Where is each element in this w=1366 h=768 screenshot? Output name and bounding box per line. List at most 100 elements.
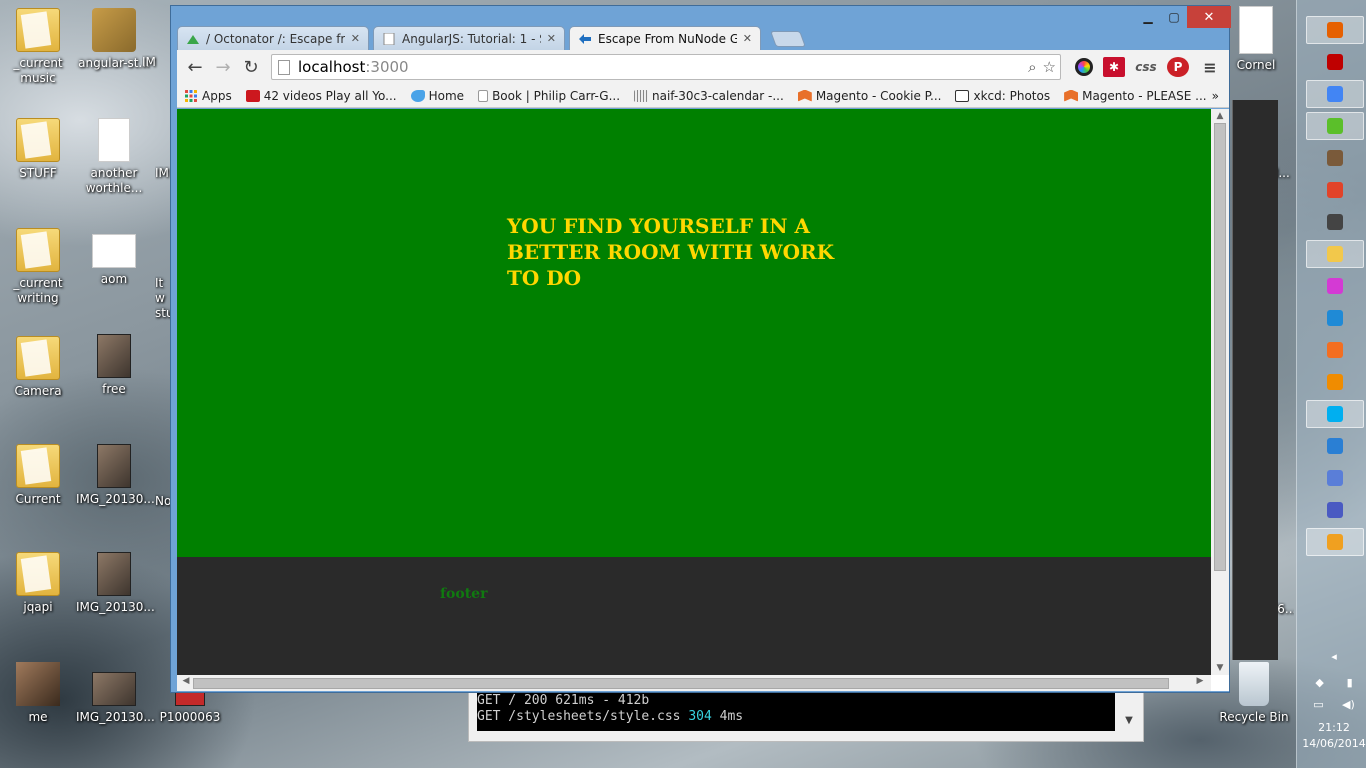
- horizontal-scrollbar[interactable]: ◀ ▶: [177, 675, 1211, 691]
- close-icon[interactable]: ✕: [743, 32, 752, 45]
- chevron-up-icon[interactable]: ◂: [1331, 650, 1337, 663]
- page-viewport: YOU FIND YOURSELF IN A BETTER ROOM WITH …: [177, 109, 1229, 691]
- desktop-icon[interactable]: No: [155, 494, 170, 509]
- pinterest-icon[interactable]: P: [1167, 57, 1189, 77]
- vertical-scrollbar[interactable]: ▲ ▼: [1211, 109, 1229, 675]
- taskbar-button[interactable]: [1306, 144, 1364, 172]
- desktop-icon[interactable]: another worthle...: [76, 118, 152, 196]
- desktop-icon[interactable]: _current writing: [0, 228, 76, 306]
- scroll-right-icon[interactable]: ▶: [1193, 676, 1207, 686]
- bookmark-book[interactable]: Book | Philip Carr-G...: [471, 89, 627, 103]
- address-bar[interactable]: localhost:3000 ⌕ ☆: [271, 54, 1061, 80]
- minimize-button[interactable]: ▁: [1135, 6, 1161, 28]
- desktop-icon-label: No: [155, 494, 170, 508]
- close-icon[interactable]: ✕: [547, 32, 556, 45]
- chrome-icon: [1327, 86, 1343, 102]
- terminal-window[interactable]: GET / 200 621ms - 412b GET /stylesheets/…: [468, 688, 1144, 742]
- desktop-icon[interactable]: STUFF: [0, 118, 76, 181]
- taskbar-button[interactable]: [1306, 304, 1364, 332]
- desktop-icon-label: _current music: [13, 56, 63, 85]
- scroll-up-icon[interactable]: ▲: [1211, 111, 1229, 121]
- maximize-button[interactable]: ▢: [1161, 6, 1187, 28]
- color-picker-icon[interactable]: [1073, 57, 1095, 77]
- taskbar-button[interactable]: [1306, 464, 1364, 492]
- taskbar-button[interactable]: [1306, 176, 1364, 204]
- desktop-icon-label: IMG_20130...: [76, 600, 155, 614]
- clock[interactable]: 21:12 14/06/2014: [1302, 720, 1366, 752]
- bookmarks-overflow-button[interactable]: »: [1212, 89, 1219, 103]
- new-tab-button[interactable]: [770, 31, 806, 47]
- desktop-icon-label: jqapi: [23, 600, 53, 614]
- taskbar-button[interactable]: [1306, 48, 1364, 76]
- desktop-icon[interactable]: Current: [0, 444, 76, 507]
- desktop-icon[interactable]: _current music: [0, 8, 76, 86]
- bookmark-calendar[interactable]: naif-30c3-calendar -...: [627, 89, 791, 103]
- app-icon: [1327, 470, 1343, 486]
- taskbar-button[interactable]: [1306, 240, 1364, 268]
- firefox-icon: [1327, 22, 1343, 38]
- taskbar-button[interactable]: [1306, 528, 1364, 556]
- desktop-icon[interactable]: angular-st...: [76, 8, 152, 71]
- taskbar-button[interactable]: [1306, 112, 1364, 140]
- desktop-icon[interactable]: IMG_20130...: [76, 672, 155, 725]
- css-extension-button[interactable]: css: [1135, 57, 1157, 77]
- scroll-left-icon[interactable]: ◀: [179, 676, 193, 686]
- desktop-icon[interactable]: free: [76, 334, 152, 397]
- background-window[interactable]: [1232, 100, 1278, 660]
- taskbar-button[interactable]: [1306, 432, 1364, 460]
- taskbar-button[interactable]: [1306, 368, 1364, 396]
- taskbar-button[interactable]: [1306, 16, 1364, 44]
- bookmark-magento-please[interactable]: Magento - PLEASE ...: [1057, 89, 1214, 103]
- reload-button[interactable]: ↻: [237, 53, 265, 81]
- desktop-icon[interactable]: me: [0, 662, 76, 725]
- chevron-down-icon[interactable]: ▼: [1121, 715, 1137, 731]
- forward-button[interactable]: →: [209, 53, 237, 81]
- back-button[interactable]: ←: [181, 53, 209, 81]
- tab-angularjs[interactable]: AngularJS: Tutorial: 1 - Sta ✕: [373, 26, 565, 50]
- close-icon[interactable]: ✕: [351, 32, 360, 45]
- taskbar-button[interactable]: [1306, 272, 1364, 300]
- bookmark-star-icon[interactable]: ☆: [1043, 58, 1056, 76]
- tray-overflow[interactable]: ◂: [1304, 650, 1364, 663]
- main-content: YOU FIND YOURSELF IN A BETTER ROOM WITH …: [177, 109, 1211, 557]
- close-window-button[interactable]: ✕: [1187, 6, 1231, 28]
- network-icon[interactable]: ▭: [1313, 698, 1323, 711]
- volume-icon[interactable]: ◀): [1342, 698, 1355, 711]
- reload-icon: ↻: [243, 56, 259, 78]
- scrollbar-thumb[interactable]: [1214, 123, 1226, 571]
- taskbar-button[interactable]: [1306, 336, 1364, 364]
- desktop-icon[interactable]: aom: [76, 234, 152, 287]
- desktop-icon[interactable]: Cornel: [1234, 6, 1278, 73]
- git-icon: [1327, 182, 1343, 198]
- desktop-icon[interactable]: Camera: [0, 336, 76, 399]
- vlc-icon: [1327, 374, 1343, 390]
- bookmark-home[interactable]: Home: [404, 89, 471, 103]
- taskbar-button[interactable]: [1306, 400, 1364, 428]
- twitter-icon: [410, 89, 425, 102]
- tab-octonator[interactable]: / Octonator /: Escape from ✕: [177, 26, 369, 50]
- bookmark-xkcd[interactable]: xkcd: Photos: [948, 89, 1057, 103]
- bookmark-apps[interactable]: Apps: [177, 89, 239, 103]
- desktop-icon[interactable]: IMG_20130...: [76, 552, 155, 615]
- battery-icon[interactable]: ▮: [1347, 676, 1353, 689]
- bookmark-youtube[interactable]: 42 videos Play all Yo...: [239, 89, 404, 103]
- scroll-down-icon[interactable]: ▼: [1211, 663, 1229, 673]
- desktop-icon[interactable]: IM: [142, 55, 172, 70]
- menu-icon[interactable]: ≡: [1199, 57, 1221, 77]
- scrollbar-thumb[interactable]: [193, 678, 1169, 689]
- taskbar-button[interactable]: [1306, 208, 1364, 236]
- desktop-icon[interactable]: IM: [155, 166, 170, 181]
- taskbar-button[interactable]: [1306, 80, 1364, 108]
- desktop-icon[interactable]: IMG_20130...: [76, 444, 155, 507]
- filezilla-icon: [1327, 54, 1343, 70]
- tab-escape-from-nunode[interactable]: Escape From NuNode Gar ✕: [569, 26, 761, 50]
- desktop-icon[interactable]: jqapi: [0, 552, 76, 615]
- dropbox-tray-icon[interactable]: ◆: [1315, 676, 1323, 689]
- xkcd-icon: [955, 89, 970, 102]
- search-icon[interactable]: ⌕: [1028, 58, 1036, 76]
- taskbar-button[interactable]: [1306, 496, 1364, 524]
- desktop-icon-label: P1000063: [159, 710, 221, 724]
- lastpass-icon[interactable]: ✱: [1103, 57, 1125, 77]
- bookmark-magento-cookie[interactable]: Magento - Cookie P...: [791, 89, 949, 103]
- desktop-icon[interactable]: It w stu: [155, 276, 170, 321]
